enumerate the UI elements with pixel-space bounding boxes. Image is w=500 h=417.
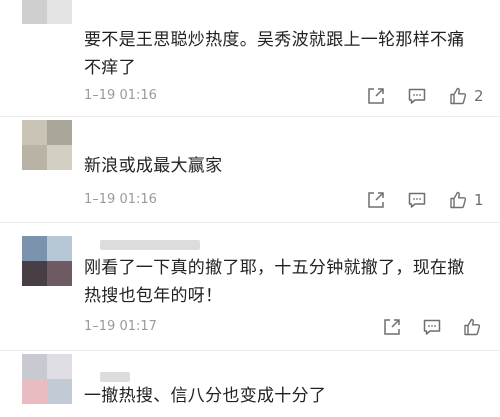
divider <box>0 222 500 223</box>
avatar-pixel <box>47 261 72 286</box>
avatar-pixel <box>47 354 72 379</box>
timestamp: 1–19 01:16 <box>84 192 157 207</box>
comment-meta: 1–19 01:16 1 <box>0 188 500 212</box>
avatar-pixel <box>22 236 47 261</box>
comment-text: 新浪或成最大赢家 <box>84 152 494 180</box>
comment-meta: 1–19 01:17 <box>0 315 500 339</box>
comment-button[interactable] <box>407 188 427 212</box>
like-count: 1 <box>474 191 484 209</box>
avatar-pixel <box>22 145 47 170</box>
share-icon <box>384 319 400 335</box>
comment-text-line: 不痒了 <box>84 58 136 78</box>
avatar[interactable] <box>22 354 72 404</box>
avatar-pixel <box>22 354 47 379</box>
comment-icon <box>408 192 426 208</box>
divider <box>0 116 500 117</box>
comment-button[interactable] <box>422 315 442 339</box>
comment-text: 刚看了一下真的撤了耶，十五分钟就撤了，现在撤 热搜也包年的呀！ <box>84 254 494 310</box>
avatar-pixel <box>22 0 47 24</box>
timestamp: 1–19 01:17 <box>84 319 157 334</box>
comment-text-line: 刚看了一下真的撤了耶，十五分钟就撤了，现在撤 <box>84 258 465 278</box>
avatar[interactable] <box>22 120 72 170</box>
like-button[interactable] <box>462 315 488 339</box>
thumbs-up-icon <box>450 191 467 209</box>
comment-icon <box>423 319 441 335</box>
avatar-pixel <box>47 236 72 261</box>
username-blurred[interactable] <box>100 240 200 250</box>
avatar-pixel <box>47 0 72 24</box>
avatar-pixel <box>47 379 72 404</box>
avatar[interactable] <box>22 236 72 286</box>
comment-text-line: 一撤热搜、信八分也变成十分了 <box>84 386 327 406</box>
comment-text-line: 要不是王思聪炒热度。吴秀波就跟上一轮那样不痛 <box>84 30 465 50</box>
thumbs-up-icon <box>450 87 467 105</box>
avatar-pixel <box>22 120 47 145</box>
share-icon <box>368 88 384 104</box>
share-icon <box>368 192 384 208</box>
avatar-pixel <box>47 145 72 170</box>
share-button[interactable] <box>366 188 386 212</box>
comment-text: 要不是王思聪炒热度。吴秀波就跟上一轮那样不痛 不痒了 <box>84 26 494 82</box>
comment-button[interactable] <box>407 84 427 108</box>
comment-text: 一撤热搜、信八分也变成十分了 <box>84 382 494 410</box>
avatar-pixel <box>22 379 47 404</box>
avatar[interactable] <box>22 0 72 24</box>
share-button[interactable] <box>366 84 386 108</box>
avatar-pixel <box>22 261 47 286</box>
comment-text-line: 热搜也包年的呀！ <box>84 286 223 306</box>
avatar-pixel <box>47 120 72 145</box>
divider <box>0 350 500 351</box>
comment-feed: 要不是王思聪炒热度。吴秀波就跟上一轮那样不痛 不痒了 1–19 01:16 2 … <box>0 0 500 417</box>
comment-text-line: 新浪或成最大赢家 <box>84 156 223 176</box>
timestamp: 1–19 01:16 <box>84 88 157 103</box>
comment-icon <box>408 88 426 104</box>
like-count: 2 <box>474 87 484 105</box>
like-button[interactable]: 1 <box>448 188 484 212</box>
username-blurred[interactable] <box>100 372 130 382</box>
share-button[interactable] <box>382 315 402 339</box>
thumbs-up-icon <box>464 318 481 336</box>
comment-meta: 1–19 01:16 2 <box>0 84 500 108</box>
like-button[interactable]: 2 <box>448 84 484 108</box>
